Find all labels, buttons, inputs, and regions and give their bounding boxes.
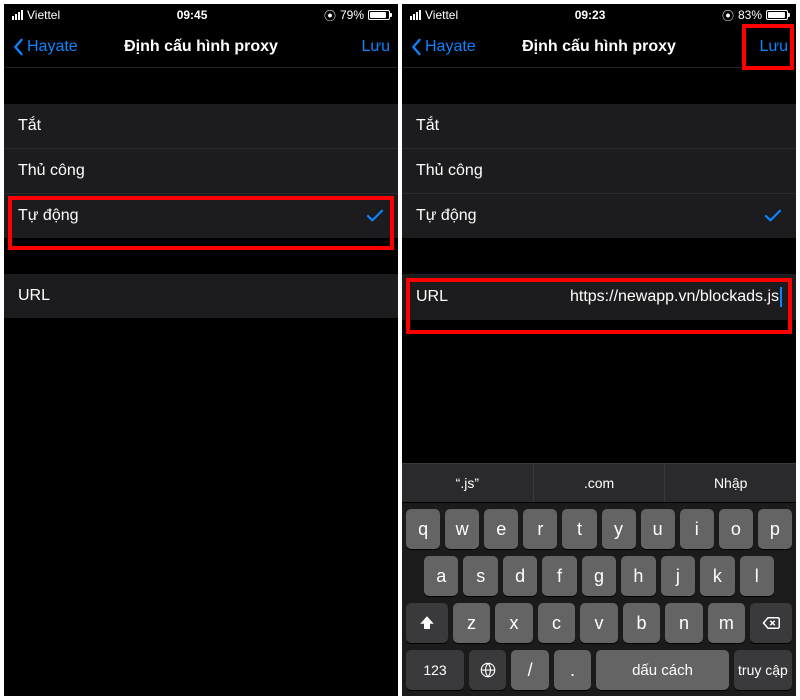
key-j[interactable]: j xyxy=(661,556,695,596)
key-c[interactable]: c xyxy=(538,603,575,643)
space-key[interactable]: dấu cách xyxy=(596,650,729,690)
key-w[interactable]: w xyxy=(445,509,479,549)
nav-bar: Hayate Định cấu hình proxy Lưu xyxy=(4,26,398,68)
battery-icon xyxy=(766,10,788,20)
keyboard: qwertyuiop asdfghjkl zxcvbnm 123 xyxy=(402,503,796,696)
key-y[interactable]: y xyxy=(602,509,636,549)
option-label: Tự động xyxy=(416,207,477,225)
globe-key[interactable] xyxy=(469,650,506,690)
shortcut-enter[interactable]: Nhập xyxy=(665,464,796,502)
key-b[interactable]: b xyxy=(623,603,660,643)
option-label: Thủ công xyxy=(416,162,483,180)
back-button[interactable]: Hayate xyxy=(410,38,476,56)
option-off[interactable]: Tắt xyxy=(4,104,398,149)
key-f[interactable]: f xyxy=(542,556,576,596)
key-d[interactable]: d xyxy=(503,556,537,596)
carrier-label: Viettel xyxy=(425,8,458,22)
checkmark-icon xyxy=(764,209,782,223)
key-x[interactable]: x xyxy=(495,603,532,643)
url-label: URL xyxy=(18,287,98,305)
key-m[interactable]: m xyxy=(708,603,745,643)
clock: 09:23 xyxy=(458,8,722,22)
key-h[interactable]: h xyxy=(621,556,655,596)
back-button[interactable]: Hayate xyxy=(12,38,78,56)
key-u[interactable]: u xyxy=(641,509,675,549)
back-label: Hayate xyxy=(27,38,78,56)
content-area: Tắt Thủ công Tự động URL xyxy=(4,68,398,696)
option-off[interactable]: Tắt xyxy=(402,104,796,149)
option-label: Thủ công xyxy=(18,162,85,180)
key-l[interactable]: l xyxy=(740,556,774,596)
proxy-mode-group: Tắt Thủ công Tự động xyxy=(4,104,398,238)
phone-left: Viettel 09:45 ⦿ 79% Hayate Định cấu hình… xyxy=(4,4,398,696)
option-label: Tự động xyxy=(18,207,79,225)
chevron-left-icon xyxy=(410,38,422,56)
signal-icon xyxy=(12,10,23,20)
shift-icon xyxy=(418,614,436,632)
url-row[interactable]: URL xyxy=(4,274,398,318)
save-button[interactable]: Lưu xyxy=(361,38,390,56)
url-value: https://newapp.vn/blockads.js xyxy=(496,287,782,307)
key-i[interactable]: i xyxy=(680,509,714,549)
battery-icon xyxy=(368,10,390,20)
carrier-label: Viettel xyxy=(27,8,60,22)
option-label: Tắt xyxy=(18,117,41,135)
key-s[interactable]: s xyxy=(463,556,497,596)
content-area: Tắt Thủ công Tự động URL https://newapp.… xyxy=(402,68,796,696)
numbers-key[interactable]: 123 xyxy=(406,650,464,690)
signal-icon xyxy=(410,10,421,20)
alarm-icon: ⦿ xyxy=(324,7,336,24)
key-v[interactable]: v xyxy=(580,603,617,643)
globe-icon xyxy=(479,661,497,679)
backspace-key[interactable] xyxy=(750,603,792,643)
url-row[interactable]: URL https://newapp.vn/blockads.js xyxy=(402,274,796,320)
checkmark-icon xyxy=(366,209,384,223)
status-bar: Viettel 09:45 ⦿ 79% xyxy=(4,4,398,26)
key-z[interactable]: z xyxy=(453,603,490,643)
back-label: Hayate xyxy=(425,38,476,56)
key-a[interactable]: a xyxy=(424,556,458,596)
keyboard-shortcuts: “.js” .com Nhập xyxy=(402,463,796,503)
option-auto[interactable]: Tự động xyxy=(4,194,398,238)
battery-pct: 79% xyxy=(340,8,364,22)
url-label: URL xyxy=(416,288,496,306)
option-manual[interactable]: Thủ công xyxy=(402,149,796,194)
status-bar: Viettel 09:23 ⦿ 83% xyxy=(402,4,796,26)
key-n[interactable]: n xyxy=(665,603,702,643)
phone-right: Viettel 09:23 ⦿ 83% Hayate Định cấu hình… xyxy=(402,4,796,696)
key-e[interactable]: e xyxy=(484,509,518,549)
key-o[interactable]: o xyxy=(719,509,753,549)
key-q[interactable]: q xyxy=(406,509,440,549)
option-manual[interactable]: Thủ công xyxy=(4,149,398,194)
proxy-mode-group: Tắt Thủ công Tự động xyxy=(402,104,796,238)
alarm-icon: ⦿ xyxy=(722,7,734,24)
key-t[interactable]: t xyxy=(562,509,596,549)
key-k[interactable]: k xyxy=(700,556,734,596)
text-caret xyxy=(780,287,782,307)
key-r[interactable]: r xyxy=(523,509,557,549)
dot-key[interactable]: . xyxy=(554,650,591,690)
key-g[interactable]: g xyxy=(582,556,616,596)
slash-key[interactable]: / xyxy=(511,650,548,690)
go-key[interactable]: truy cập xyxy=(734,650,792,690)
clock: 09:45 xyxy=(60,8,324,22)
backspace-icon xyxy=(762,614,780,632)
save-button[interactable]: Lưu xyxy=(759,38,788,56)
shortcut-com[interactable]: .com xyxy=(534,464,666,502)
nav-bar: Hayate Định cấu hình proxy Lưu xyxy=(402,26,796,68)
shortcut-quote[interactable]: “.js” xyxy=(402,464,534,502)
shift-key[interactable] xyxy=(406,603,448,643)
chevron-left-icon xyxy=(12,38,24,56)
option-label: Tắt xyxy=(416,117,439,135)
key-p[interactable]: p xyxy=(758,509,792,549)
option-auto[interactable]: Tự động xyxy=(402,194,796,238)
battery-pct: 83% xyxy=(738,8,762,22)
